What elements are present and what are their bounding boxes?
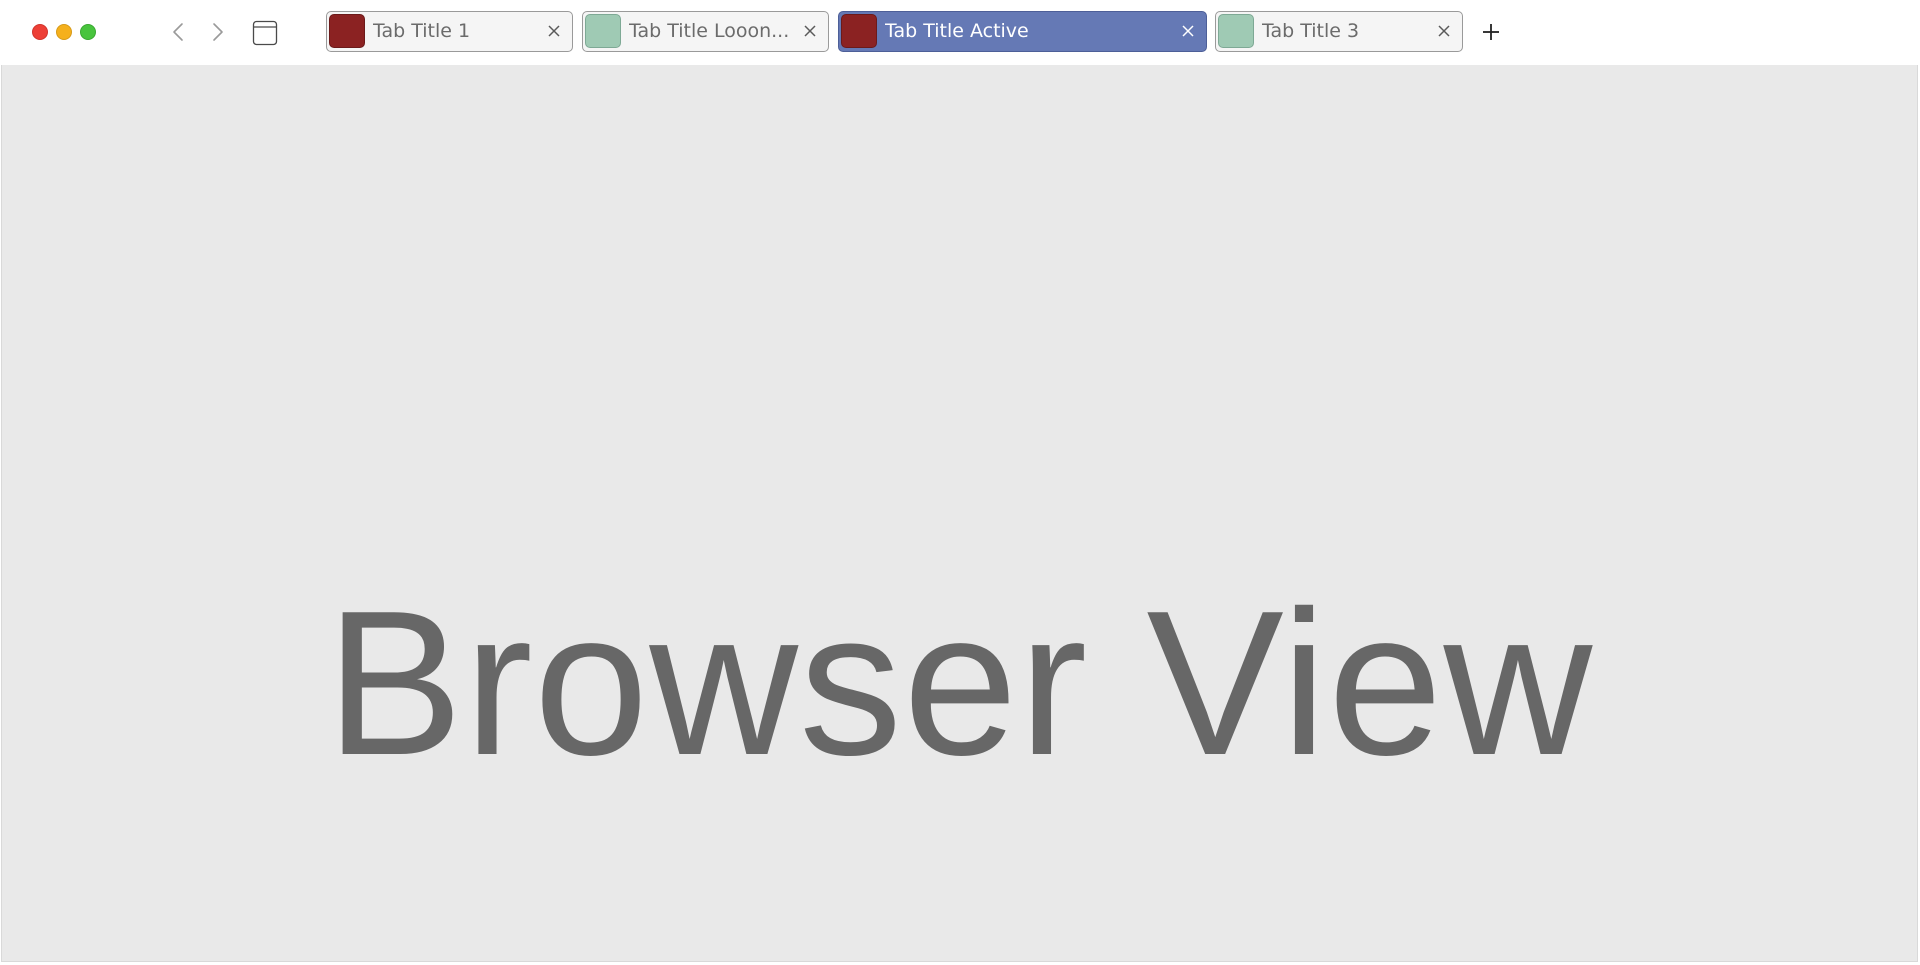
browser-window: Tab Title 1 Tab Title Looon... Tab Title… [0, 0, 1920, 965]
sidebar-toggle-button[interactable] [252, 20, 278, 46]
close-icon[interactable] [802, 23, 818, 39]
browser-view: Browser View [1, 65, 1918, 962]
new-tab-button[interactable] [1478, 18, 1504, 46]
browser-view-label: Browser View [325, 568, 1594, 798]
window-zoom-button[interactable] [80, 24, 96, 40]
chevron-left-icon [173, 23, 183, 41]
chevron-right-icon [213, 23, 223, 41]
back-button[interactable] [166, 18, 190, 46]
tab-title: Tab Title Looon... [629, 20, 790, 42]
tab-favicon [1218, 14, 1254, 48]
tab-4[interactable]: Tab Title 3 [1215, 11, 1463, 52]
toolbar: Tab Title 1 Tab Title Looon... Tab Title… [0, 0, 1920, 65]
tab-title: Tab Title 3 [1262, 20, 1360, 42]
tab-1[interactable]: Tab Title 1 [326, 11, 573, 52]
sidebar-toggle-icon [252, 20, 278, 46]
tab-favicon [329, 14, 365, 48]
tab-3-active[interactable]: Tab Title Active [838, 11, 1207, 52]
window-close-button[interactable] [32, 24, 48, 40]
forward-button[interactable] [206, 18, 230, 46]
tab-favicon [585, 14, 621, 48]
close-icon[interactable] [1436, 23, 1452, 39]
plus-icon [1483, 24, 1499, 40]
tab-title: Tab Title Active [885, 20, 1029, 42]
tab-2[interactable]: Tab Title Looon... [582, 11, 829, 52]
window-minimize-button[interactable] [56, 24, 72, 40]
close-icon[interactable] [1180, 23, 1196, 39]
tab-title: Tab Title 1 [373, 20, 471, 42]
close-icon[interactable] [546, 23, 562, 39]
tab-favicon [841, 14, 877, 48]
